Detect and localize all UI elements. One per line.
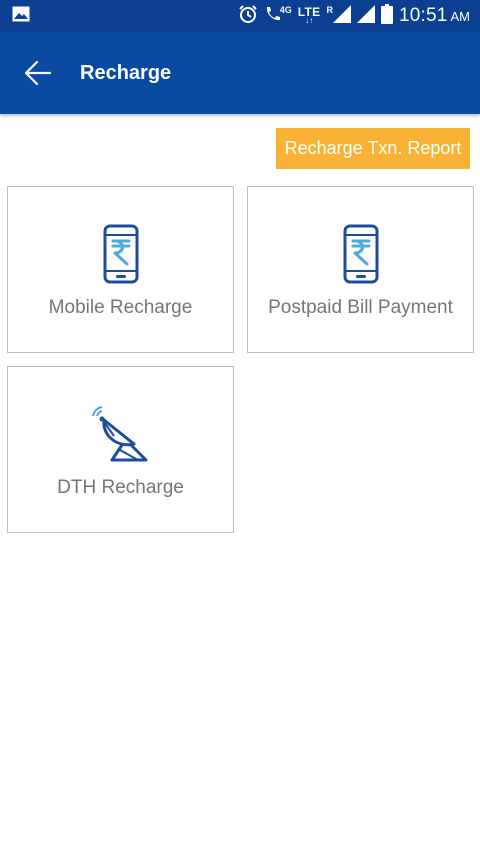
image-icon: [12, 6, 30, 27]
battery-icon: [380, 3, 393, 29]
volte-call-icon: [264, 5, 280, 28]
back-button[interactable]: [10, 45, 66, 101]
postpaid-bill-payment-tile[interactable]: Postpaid Bill Payment: [247, 186, 474, 353]
tile-label: Mobile Recharge: [48, 297, 193, 318]
status-ampm: AM: [450, 9, 471, 24]
status-left: [12, 6, 30, 27]
status-bar: 4G LTE ↓↑ R 10:51 AM: [0, 0, 480, 32]
recharge-txn-report-button[interactable]: Recharge Txn. Report: [276, 128, 470, 169]
alarm-icon: [238, 4, 258, 29]
page-title: Recharge: [80, 61, 172, 84]
dth-recharge-tile[interactable]: DTH Recharge: [7, 366, 234, 533]
signal-icon-2: [356, 4, 375, 28]
network-4g-label: 4G: [279, 4, 292, 15]
arrow-left-icon: [24, 60, 52, 86]
phone-rupee-icon: [103, 223, 139, 285]
lte-indicator: LTE ↓↑: [298, 6, 321, 25]
status-time: 10:51: [398, 5, 448, 26]
phone-rupee-icon: [343, 223, 379, 285]
satellite-dish-icon: [90, 403, 152, 465]
mobile-recharge-tile[interactable]: Mobile Recharge: [7, 186, 234, 353]
tile-label: Postpaid Bill Payment: [268, 297, 453, 318]
signal-group-1: R: [326, 4, 351, 28]
app-bar: Recharge: [0, 32, 480, 114]
volte-call-group: 4G: [264, 5, 292, 28]
tile-label: DTH Recharge: [57, 477, 184, 498]
signal-icon: [332, 4, 351, 28]
lte-data-arrows: ↓↑: [305, 16, 314, 25]
status-right: 4G LTE ↓↑ R 10:51 AM: [238, 3, 471, 29]
